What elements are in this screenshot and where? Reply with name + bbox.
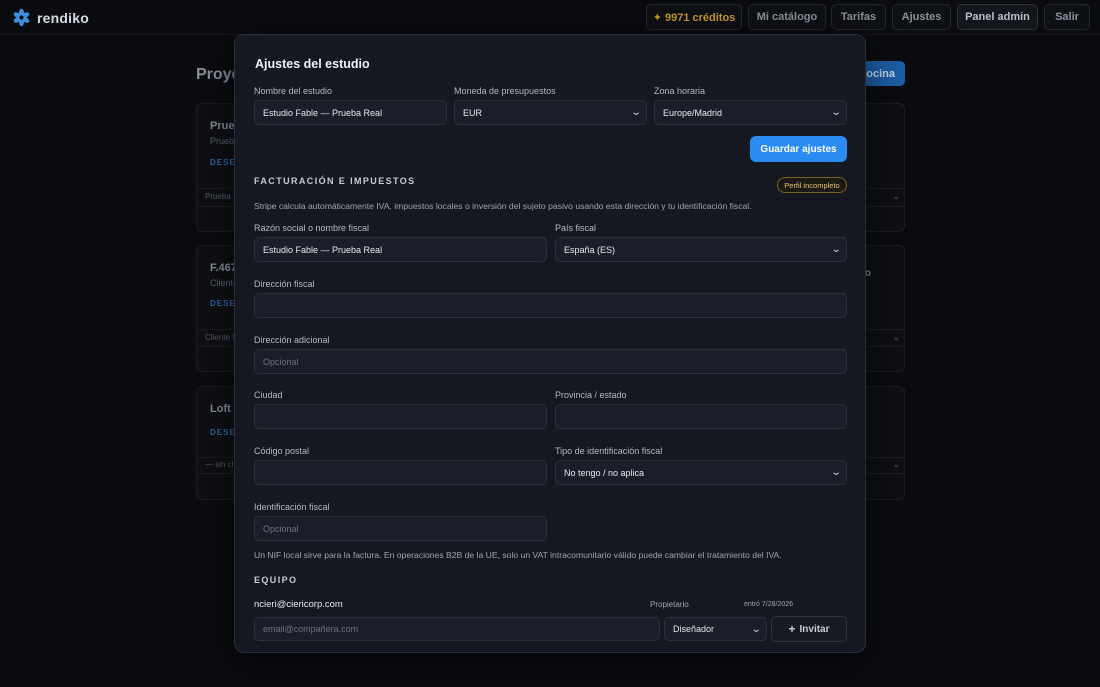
country-select[interactable]: España (ES) ⌄ <box>555 237 847 262</box>
chevron-down-icon: ⌄ <box>830 107 842 118</box>
address2-label: Dirección adicional <box>254 335 330 345</box>
billing-description: Stripe calcula automáticamente IVA, impu… <box>254 201 752 211</box>
province-input[interactable] <box>555 404 847 429</box>
app-name: rendiko <box>37 9 89 26</box>
team-member-joined: entró 7/28/2026 <box>744 601 794 608</box>
top-bar: rendiko ✦ 9971 créditos Mi catálogo Tari… <box>0 0 1100 35</box>
chevron-down-icon: ⌄ <box>892 459 900 469</box>
postal-code-input[interactable] <box>254 460 547 485</box>
project-card-tag: DESE <box>210 299 236 308</box>
chevron-down-icon: ⌄ <box>892 191 900 201</box>
timezone-label: Zona horaria <box>654 86 706 96</box>
rates-button[interactable]: Tarifas <box>831 4 886 30</box>
profile-status-badge: Perfil incompleto <box>777 177 847 193</box>
currency-select[interactable]: EUR ⌄ <box>454 100 647 125</box>
tax-id-placeholder: Opcional <box>263 523 299 534</box>
invite-button-label: Invitar <box>799 623 830 635</box>
country-label: País fiscal <box>555 223 597 233</box>
team-member-email: ncieri@ciericorp.com <box>254 599 343 610</box>
legal-name-value: Estudio Fable — Prueba Real <box>263 244 383 255</box>
project-card-title: F.467 <box>210 262 237 274</box>
legal-name-label: Razón social o nombre fiscal <box>254 223 370 233</box>
credits-button[interactable]: ✦ 9971 créditos <box>646 4 742 30</box>
address2-placeholder: Opcional <box>263 356 299 367</box>
project-card-title: Loft I <box>210 403 237 415</box>
project-card-select[interactable]: — sin cl <box>205 460 233 469</box>
plus-icon: + <box>788 622 796 636</box>
timezone-value: Europe/Madrid <box>663 107 723 118</box>
project-card-tag: DESE <box>210 428 236 437</box>
country-value: España (ES) <box>564 244 616 255</box>
tax-id-type-select[interactable]: No tengo / no aplica ⌄ <box>555 460 847 485</box>
invite-role-select[interactable]: Diseñador ⌄ <box>664 617 767 641</box>
invite-role-value: Diseñador <box>673 624 715 634</box>
project-card-select[interactable]: Prueba <box>205 192 231 201</box>
studio-name-input[interactable]: Estudio Fable — Prueba Real <box>254 100 447 125</box>
chevron-down-icon: ⌄ <box>750 623 762 635</box>
billing-heading: FACTURACIÓN E IMPUESTOS <box>254 176 416 186</box>
postal-code-label: Código postal <box>254 446 310 456</box>
currency-value: EUR <box>463 107 483 118</box>
tax-id-note: Un NIF local sirve para la factura. En o… <box>254 550 782 560</box>
tax-id-type-value: No tengo / no aplica <box>564 467 645 478</box>
team-member-role: Propietario <box>650 600 689 609</box>
project-card-select[interactable]: Cliente I <box>205 333 234 342</box>
invite-button[interactable]: + Invitar <box>771 616 847 642</box>
tax-id-type-label: Tipo de identificación fiscal <box>555 446 663 456</box>
admin-panel-button[interactable]: Panel admin <box>957 4 1038 30</box>
modal-title: Ajustes del estudio <box>255 57 370 71</box>
invite-email-input[interactable]: email@compañera.com <box>254 617 660 641</box>
chevron-down-icon: ⌄ <box>830 467 842 478</box>
settings-button[interactable]: Ajustes <box>892 4 951 30</box>
timezone-select[interactable]: Europe/Madrid ⌄ <box>654 100 847 125</box>
tax-id-input[interactable]: Opcional <box>254 516 547 541</box>
legal-name-input[interactable]: Estudio Fable — Prueba Real <box>254 237 547 262</box>
save-settings-button[interactable]: Guardar ajustes <box>750 136 847 162</box>
tax-id-label: Identificación fiscal <box>254 502 330 512</box>
city-label: Ciudad <box>254 390 283 400</box>
city-input[interactable] <box>254 404 547 429</box>
chevron-down-icon: ⌄ <box>630 107 642 118</box>
catalog-button[interactable]: Mi catálogo <box>748 4 826 30</box>
logo-icon <box>13 8 30 27</box>
province-label: Provincia / estado <box>555 390 627 400</box>
address-input[interactable] <box>254 293 847 318</box>
project-card-subtitle: Prueb <box>210 136 235 146</box>
logout-button[interactable]: Salir <box>1044 4 1090 30</box>
logo[interactable]: rendiko <box>12 8 89 27</box>
chevron-down-icon: ⌄ <box>892 332 900 342</box>
chevron-down-icon: ⌄ <box>830 244 842 255</box>
invite-email-placeholder: email@compañera.com <box>263 624 359 634</box>
studio-settings-modal: Ajustes del estudio Nombre del estudio E… <box>234 34 866 653</box>
studio-name-label: Nombre del estudio <box>254 86 333 96</box>
currency-label: Moneda de presupuestos <box>454 86 556 96</box>
address2-input[interactable]: Opcional <box>254 349 847 374</box>
studio-name-value: Estudio Fable — Prueba Real <box>263 107 383 118</box>
team-heading: EQUIPO <box>254 575 298 585</box>
project-card-tag: DESE <box>210 158 236 167</box>
address-label: Dirección fiscal <box>254 279 315 289</box>
